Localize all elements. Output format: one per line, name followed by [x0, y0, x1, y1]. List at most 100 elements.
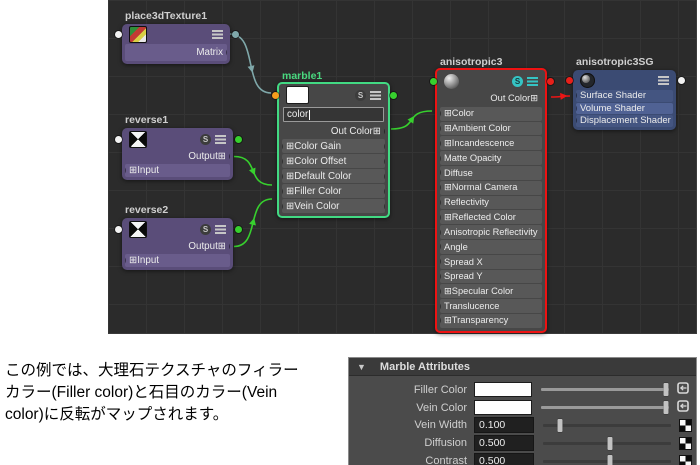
output-port[interactable]: [235, 135, 242, 143]
page: place3dTexture1 Matrix reverse1 S Output⊞ ⊞In…: [0, 0, 700, 465]
output-port[interactable]: [390, 91, 397, 99]
node-marble1[interactable]: marble1 Scolor Out Color⊞ ⊞Color Gain ⊞Color…: [272, 70, 397, 218]
input-port[interactable]: [115, 135, 122, 143]
node-row[interactable]: Anisotropic Reflectivity: [440, 225, 542, 239]
menu-icon[interactable]: [212, 29, 223, 39]
menu-icon[interactable]: [215, 134, 226, 144]
node-row-label: Out Color⊞: [330, 125, 381, 137]
slider[interactable]: [541, 383, 669, 397]
node-title: anisotropic3SG: [576, 56, 654, 68]
output-port[interactable]: [547, 77, 554, 85]
connection-input-icon[interactable]: [677, 382, 689, 397]
slider-handle[interactable]: [663, 383, 669, 397]
wire-matrix-to-marble1[interactable]: [229, 33, 272, 94]
node-row[interactable]: Surface Shader: [576, 90, 673, 102]
s-badge-icon: S: [200, 223, 211, 235]
value-field[interactable]: 0.500: [474, 435, 534, 452]
node-row[interactable]: ⊞Vein Color: [282, 199, 385, 213]
node-row-label: Matrix: [196, 47, 223, 58]
node-row[interactable]: Angle: [440, 239, 542, 254]
node-place3dTexture1[interactable]: place3dTexture1 Matrix: [115, 10, 239, 64]
node-row[interactable]: ⊞Input: [125, 254, 230, 267]
rename-input[interactable]: color: [283, 107, 384, 122]
color-swatch[interactable]: [286, 86, 309, 104]
slider[interactable]: [543, 454, 671, 465]
node-row[interactable]: ⊞Specular Color: [440, 284, 542, 299]
checker-map-icon[interactable]: [679, 418, 692, 432]
node-row[interactable]: Out Color⊞▲: [440, 92, 542, 106]
color-swatch[interactable]: [474, 382, 532, 398]
node-row[interactable]: ⊞Transparency: [440, 313, 542, 328]
wire-arrow-icon: [249, 167, 256, 176]
node-row[interactable]: ⊞Ambient Color: [440, 121, 542, 136]
attribute-label: Vein Width: [414, 419, 467, 432]
input-port[interactable]: [272, 91, 279, 99]
input-port[interactable]: [566, 76, 573, 84]
value-field[interactable]: 0.500: [474, 453, 534, 465]
slider[interactable]: [543, 418, 671, 432]
connection-input-icon[interactable]: [677, 400, 689, 415]
checker-map-icon[interactable]: [679, 454, 692, 465]
node-editor-canvas[interactable]: place3dTexture1 Matrix reverse1 S Output⊞ ⊞In…: [108, 0, 697, 334]
node-row[interactable]: Output⊞: [125, 150, 230, 163]
slider-handle[interactable]: [607, 436, 613, 450]
output-port[interactable]: [678, 76, 685, 84]
slider[interactable]: [543, 436, 671, 450]
color-swatch[interactable]: [474, 400, 532, 416]
node-row[interactable]: Displacement Shader: [576, 115, 673, 127]
slider-handle[interactable]: [607, 454, 613, 465]
node-row[interactable]: Spread Y: [440, 269, 542, 284]
node-row-label: ⊞Incandescence: [444, 137, 515, 148]
input-port[interactable]: [430, 77, 437, 85]
node-row[interactable]: ⊞Incandescence: [440, 136, 542, 151]
node-row[interactable]: Volume Shader: [576, 102, 673, 114]
marble-attributes-section-header[interactable]: ▼ Marble Attributes: [349, 358, 696, 376]
attribute-label: Contrast: [425, 455, 467, 465]
node-row[interactable]: Matrix: [125, 44, 227, 61]
input-port[interactable]: [115, 30, 122, 38]
node-row[interactable]: Matte Opacity: [440, 151, 542, 165]
section-title: Marble Attributes: [379, 360, 470, 373]
node-row[interactable]: Out Color⊞: [282, 124, 385, 138]
node-header: S: [115, 128, 242, 150]
node-row[interactable]: ⊞Input: [125, 164, 230, 177]
checker-map-icon[interactable]: [679, 436, 692, 450]
attribute-rows: Filler Color Vein Color Vein Width 0.100 Dif…: [349, 376, 696, 465]
caption-line-1: この例では、大理石テクスチャのフィラー: [5, 362, 299, 379]
node-row-label: Out Color⊞: [490, 93, 538, 104]
node-row[interactable]: ⊞Color Gain: [282, 139, 385, 153]
value-field[interactable]: 0.100: [474, 417, 534, 434]
node-row[interactable]: Output⊞: [125, 240, 230, 253]
menu-icon[interactable]: [215, 224, 226, 234]
slider-handle[interactable]: [557, 418, 563, 432]
s-badge-icon: S: [512, 75, 523, 87]
node-row[interactable]: Reflectivity: [440, 195, 542, 210]
output-port[interactable]: [235, 225, 242, 233]
node-row[interactable]: ⊞Color: [440, 106, 542, 121]
input-port[interactable]: [115, 225, 122, 233]
slider-handle[interactable]: [663, 401, 669, 415]
output-port[interactable]: [232, 30, 239, 38]
node-reverse2[interactable]: reverse2 S Output⊞ ⊞Input: [115, 204, 242, 270]
node-bottom-pad: [122, 62, 230, 64]
node-row[interactable]: Diffuse: [440, 165, 542, 180]
node-reverse1[interactable]: reverse1 S Output⊞ ⊞Input: [115, 114, 242, 180]
node-row[interactable]: Spread X: [440, 254, 542, 269]
menu-icon[interactable]: [658, 75, 669, 85]
menu-icon[interactable]: [527, 76, 538, 86]
node-row[interactable]: Translucence: [440, 299, 542, 313]
attribute-row-vein-width: Vein Width 0.100: [349, 417, 696, 435]
menu-icon[interactable]: [370, 90, 381, 100]
node-header: S: [430, 70, 554, 92]
node-row[interactable]: ⊞Reflected Color: [440, 210, 542, 225]
node-title: place3dTexture1: [125, 10, 208, 22]
node-row[interactable]: ⊞Normal Camera: [440, 180, 542, 195]
node-row[interactable]: ⊞Default Color: [282, 169, 385, 183]
slider[interactable]: [541, 401, 669, 415]
node-row[interactable]: ⊞Filler Color: [282, 184, 385, 198]
node-row[interactable]: ⊞Color Offset: [282, 154, 385, 168]
node-anisotropic3SG[interactable]: anisotropic3SG Surface Shader Volume Shade…: [566, 56, 685, 130]
node-anisotropic3[interactable]: anisotropic3 S Out Color⊞▲ ⊞Color ⊞Ambient C…: [430, 56, 554, 333]
node-row-label: Volume Shader: [580, 102, 645, 114]
collapse-arrow-icon[interactable]: ▼: [357, 362, 366, 372]
